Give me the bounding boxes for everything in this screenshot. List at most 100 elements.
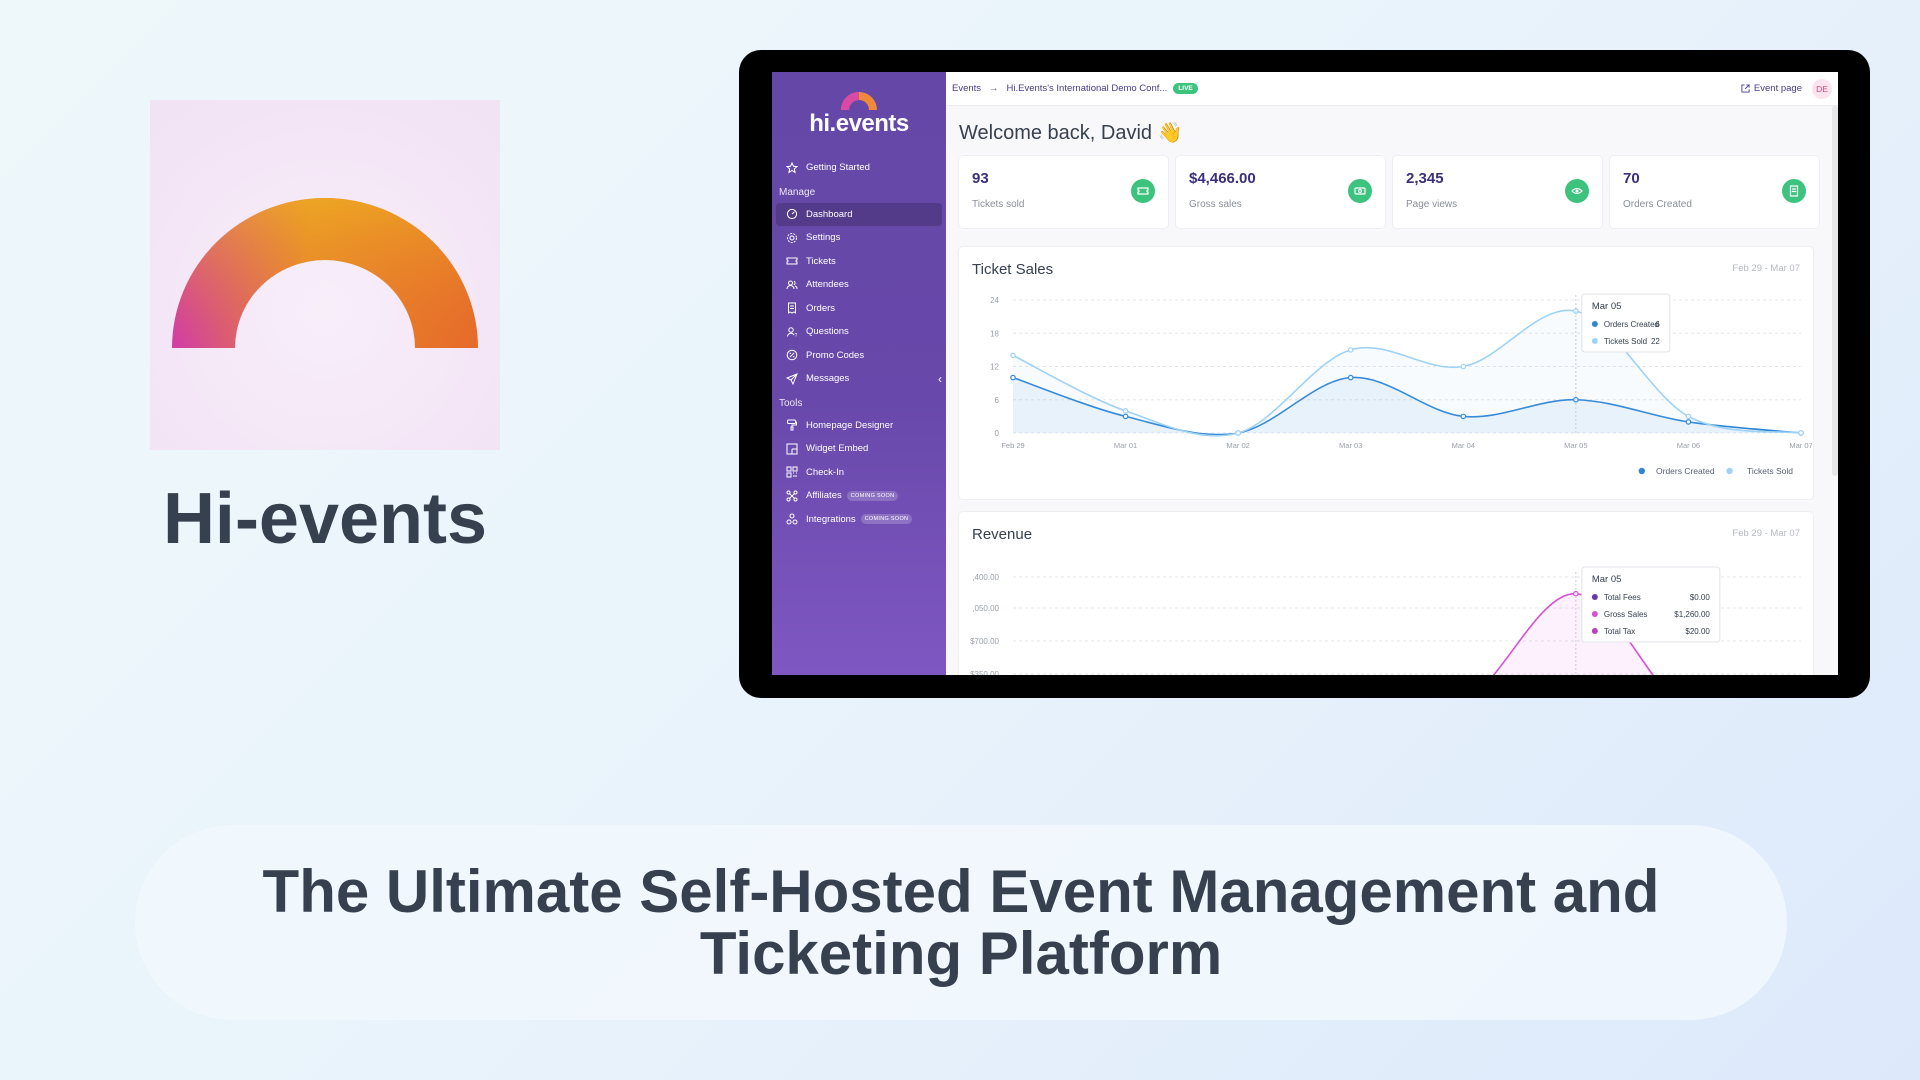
tooltip-label: Total Tax: [1604, 627, 1635, 636]
scrollbar[interactable]: [1832, 106, 1838, 476]
discount-icon: [786, 349, 798, 361]
stat-card: 93 Tickets sold: [959, 156, 1168, 228]
sidebar-item-messages[interactable]: Messages: [776, 367, 942, 391]
y-tick-label: 18: [990, 329, 999, 338]
svg-text:?: ?: [795, 333, 798, 338]
main-content: Events → Hi.Events's International Demo …: [946, 72, 1838, 675]
sidebar-item-affiliates[interactable]: Affiliates COMING SOON: [776, 484, 942, 508]
sidebar-item-orders[interactable]: Orders: [776, 297, 942, 321]
series-area: [1013, 310, 1801, 436]
sidebar-item-dashboard[interactable]: Dashboard: [776, 202, 942, 226]
sidebar-item-label: Dashboard: [806, 208, 853, 220]
cash-icon: [1348, 179, 1372, 203]
sidebar-item-settings[interactable]: Settings: [776, 226, 942, 250]
legend-label: Tickets Sold: [1747, 466, 1793, 476]
x-tick-label: Mar 05: [1564, 441, 1587, 450]
y-tick-label: 0: [995, 429, 1000, 438]
data-point[interactable]: [1347, 347, 1354, 353]
chart-tooltip: Mar 05 Total Fees $0.00 Gross Sales $1,260.0…: [1581, 566, 1721, 643]
sidebar-item-widget-embed[interactable]: Widget Embed: [776, 437, 942, 461]
x-tick-label: Mar 03: [1339, 441, 1362, 450]
stat-card: 2,345 Page views: [1393, 156, 1602, 228]
event-page-link[interactable]: Event page: [1741, 83, 1802, 94]
users-icon: [786, 279, 798, 291]
sidebar-item-check-in[interactable]: Check-In: [776, 461, 942, 485]
sidebar-item-questions[interactable]: ? Questions: [776, 320, 942, 344]
sidebar-item-attendees[interactable]: Attendees: [776, 273, 942, 297]
sidebar-item-label: Homepage Designer: [806, 419, 894, 431]
sidebar-item-label: Messages: [806, 373, 850, 385]
embed-icon: [786, 443, 798, 455]
sidebar-item-integrations[interactable]: Integrations COMING SOON: [776, 508, 942, 532]
sidebar-item-label: Promo Codes: [806, 349, 865, 361]
sidebar-item-label: Check-In: [806, 466, 845, 478]
star-icon: [786, 161, 798, 174]
legend-dot: [1638, 467, 1645, 475]
tagline: The Ultimate Self-Hosted Event Managemen…: [135, 825, 1787, 1020]
sidebar-item-tickets[interactable]: Tickets: [776, 250, 942, 274]
event-page-label: Event page: [1753, 83, 1802, 94]
ticket-icon: [786, 255, 798, 267]
tooltip-value: 6: [1655, 320, 1660, 329]
legend-dot: [1726, 467, 1733, 475]
hi-events-logo: [150, 100, 500, 450]
logo-text: hi.events: [809, 110, 909, 137]
tooltip-dot: [1591, 611, 1598, 617]
data-point[interactable]: [1685, 413, 1692, 420]
data-point[interactable]: [1122, 408, 1129, 414]
breadcrumb-events[interactable]: Events: [952, 83, 981, 94]
data-point[interactable]: [1010, 352, 1016, 359]
sidebar-item-label: Orders: [806, 302, 836, 314]
tooltip-title: Mar 05: [1592, 574, 1622, 585]
qr-icon: [786, 466, 798, 478]
y-tick-label: $350.00: [970, 670, 999, 675]
breadcrumb-arrow: →: [989, 83, 999, 94]
sidebar-section-tools: Tools: [779, 397, 803, 409]
dashboard-icon: [786, 208, 798, 220]
data-point[interactable]: [1798, 430, 1804, 436]
sidebar-logo[interactable]: hi.events: [772, 72, 946, 144]
ticket-sales-card: Ticket Sales Feb 29 - Mar 07 24 18 12 6 0 Feb…: [959, 247, 1813, 499]
sidebar-item-label: Integrations: [806, 513, 856, 525]
rainbow-logo-icon: [841, 92, 877, 110]
question-icon: ?: [786, 326, 798, 338]
data-point[interactable]: [1235, 430, 1241, 436]
sidebar-item-label: Widget Embed: [806, 443, 869, 455]
avatar[interactable]: DE: [1812, 78, 1832, 99]
tooltip-label: Orders Created: [1604, 320, 1659, 329]
sidebar-item-homepage-designer[interactable]: Homepage Designer: [776, 414, 942, 438]
y-tick-label: 24: [990, 296, 999, 305]
stat-value: 93: [972, 170, 989, 187]
tooltip-label: Tickets Sold: [1604, 337, 1647, 346]
stat-label: Page views: [1406, 199, 1458, 210]
y-tick-label: $700.00: [970, 637, 999, 646]
chart-svg: 24 18 12 6 0Feb 29 Mar 01 Mar 02 Mar 03 Mar 04 Ma…: [990, 293, 1813, 476]
breadcrumb-event[interactable]: Hi.Events's International Demo Conf...: [1007, 83, 1168, 94]
chart-svg: ,400.00 ,050.00 $700.00 $350.00 Mar 05 Total …: [970, 566, 1801, 675]
sidebar-item-label: Affiliates: [806, 490, 842, 502]
rainbow-logo-icon: [172, 198, 478, 348]
sidebar-item-promo-codes[interactable]: Promo Codes: [776, 344, 942, 368]
tooltip-value: $20.00: [1685, 627, 1710, 636]
tooltip-value: 22: [1651, 337, 1660, 346]
eye-icon: [1565, 179, 1589, 203]
live-badge: LIVE: [1173, 83, 1198, 94]
y-tick-label: ,400.00: [972, 573, 999, 582]
collapse-sidebar-button[interactable]: ‹: [938, 372, 942, 386]
app-screen: hi.events Getting Started Manage Dashboa…: [772, 72, 1838, 675]
stat-label: Gross sales: [1189, 199, 1242, 210]
sidebar-item-label: Tickets: [806, 255, 836, 267]
y-tick-label: 12: [990, 363, 999, 372]
send-icon: [786, 372, 798, 385]
tooltip-dot: [1591, 321, 1598, 327]
stat-label: Orders Created: [1623, 199, 1692, 210]
sidebar-item-getting-started[interactable]: Getting Started: [776, 156, 942, 180]
topbar: Events → Hi.Events's International Demo …: [946, 72, 1838, 106]
x-tick-label: Mar 04: [1452, 441, 1475, 450]
data-point[interactable]: [1460, 363, 1467, 370]
external-link-icon: [1741, 84, 1750, 93]
tooltip-label: Gross Sales: [1604, 610, 1648, 619]
sidebar: hi.events Getting Started Manage Dashboa…: [772, 72, 946, 675]
stat-value: 70: [1623, 170, 1640, 187]
coming-soon-badge: COMING SOON: [860, 514, 913, 525]
